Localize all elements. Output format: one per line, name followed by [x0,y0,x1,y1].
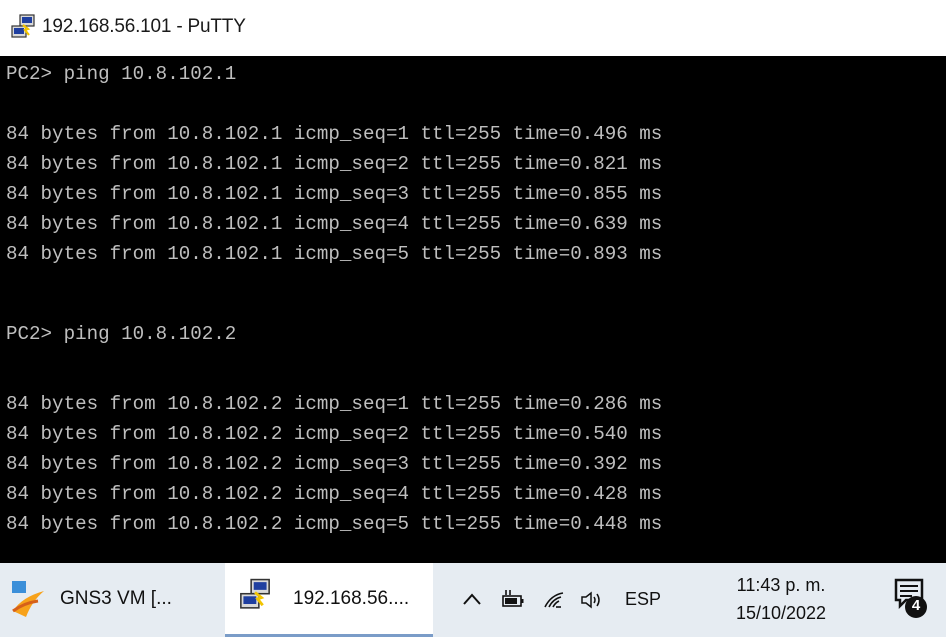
terminal-line: 84 bytes from 10.8.102.2 icmp_seq=1 ttl=… [6,393,663,415]
taskbar-item-label: GNS3 VM [... [60,588,172,609]
window-titlebar[interactable]: 192.168.56.101 - PuTTY [0,0,946,56]
speaker-icon[interactable] [579,587,605,613]
clock-date: 15/10/2022 [735,603,827,623]
taskbar-item-putty[interactable]: 192.168.56.... [225,563,433,637]
notification-count: 4 [911,597,921,614]
terminal-line: 84 bytes from 10.8.102.2 icmp_seq=2 ttl=… [6,423,663,445]
chevron-up-icon[interactable] [459,587,485,613]
terminal-line: 84 bytes from 10.8.102.1 icmp_seq=5 ttl=… [6,243,663,265]
clock[interactable]: 11:43 p. m. 15/10/2022 [716,571,846,627]
terminal-screen[interactable]: PC2> ping 10.8.102.1 84 bytes from 10.8.… [0,56,946,563]
taskbar-item-label: 192.168.56.... [293,588,410,609]
gns3-icon [12,581,44,617]
taskbar: GNS3 VM [... 192.168.56.... ESP 11:43 p.… [0,563,946,637]
terminal-line: 84 bytes from 10.8.102.1 icmp_seq=2 ttl=… [6,153,663,175]
terminal-line: PC2> ping 10.8.102.1 [6,63,237,85]
terminal-line: 84 bytes from 10.8.102.2 icmp_seq=5 ttl=… [6,513,663,535]
taskbar-item-gns3[interactable]: GNS3 VM [... [0,563,210,637]
language-indicator[interactable]: ESP [625,589,661,610]
terminal-line: 84 bytes from 10.8.102.1 icmp_seq=3 ttl=… [6,183,663,205]
putty-app-icon[interactable] [9,13,37,41]
window-title: 192.168.56.101 - PuTTY [42,16,246,37]
terminal-line: PC2> ping 10.8.102.2 [6,323,237,345]
putty-icon [240,578,270,609]
terminal-line: 84 bytes from 10.8.102.1 icmp_seq=1 ttl=… [6,123,663,145]
battery-icon[interactable] [500,587,526,613]
clock-time: 11:43 p. m. [736,575,826,595]
terminal-line: 84 bytes from 10.8.102.1 icmp_seq=4 ttl=… [6,213,663,235]
terminal-line: 84 bytes from 10.8.102.2 icmp_seq=3 ttl=… [6,453,663,475]
wifi-icon[interactable] [541,587,567,613]
terminal-line: 84 bytes from 10.8.102.2 icmp_seq=4 ttl=… [6,483,663,505]
